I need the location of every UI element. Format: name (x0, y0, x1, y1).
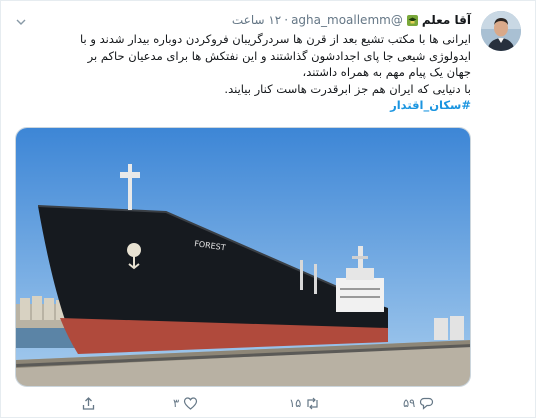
tweet-photo[interactable]: FOREST (15, 127, 471, 387)
share-icon (82, 396, 95, 410)
chevron-down-icon[interactable] (15, 13, 27, 25)
reply-icon (420, 397, 434, 410)
tweet-text: ایرانی ها با مکتب تشیع بعد از قرن ها سرد… (15, 31, 471, 114)
like-button[interactable]: ۳ (173, 393, 198, 413)
reply-button[interactable]: ۵۹ (403, 393, 434, 413)
separator-dot: · (284, 13, 289, 27)
retweet-count: ۱۵ (289, 396, 302, 410)
share-button[interactable] (81, 393, 96, 413)
hashtag-link[interactable]: #سکان_اقتدار (390, 98, 471, 112)
display-name[interactable]: آقا معلم (422, 13, 471, 27)
tweet-text-line: جهان یک پیام مهم به همراه داشتند، (302, 65, 471, 79)
tweet-card[interactable]: آقا معلم @agha_moallemm · ۱۲ ساعت ایرانی… (0, 0, 536, 418)
heart-icon (184, 396, 198, 410)
tweet-header: آقا معلم @agha_moallemm · ۱۲ ساعت (232, 11, 471, 29)
tweet-text-line: ایدولوژی شیعی جا پای اجداد‌شون گذاشتند و… (87, 48, 471, 63)
tweet-timestamp[interactable]: ۱۲ ساعت (232, 13, 281, 27)
avatar[interactable] (481, 11, 521, 51)
tweet-text-line: ایرانی ها با مکتب تشیع بعد از قرن ها سرد… (80, 32, 471, 46)
tanker-photo: FOREST (16, 128, 470, 386)
tweet-actions: ۳ ۱۵ ۵۹ (81, 393, 477, 413)
tweet-text-line: با دنیایی که ایران هم جز ابرقدرت هاست کن… (224, 81, 471, 96)
retweet-icon (307, 397, 318, 409)
user-handle[interactable]: @agha_moallemm (291, 13, 403, 27)
retweet-button[interactable]: ۱۵ (289, 393, 320, 413)
graduation-badge-icon (406, 14, 419, 27)
like-count: ۳ (173, 396, 180, 410)
reply-count: ۵۹ (403, 396, 416, 410)
